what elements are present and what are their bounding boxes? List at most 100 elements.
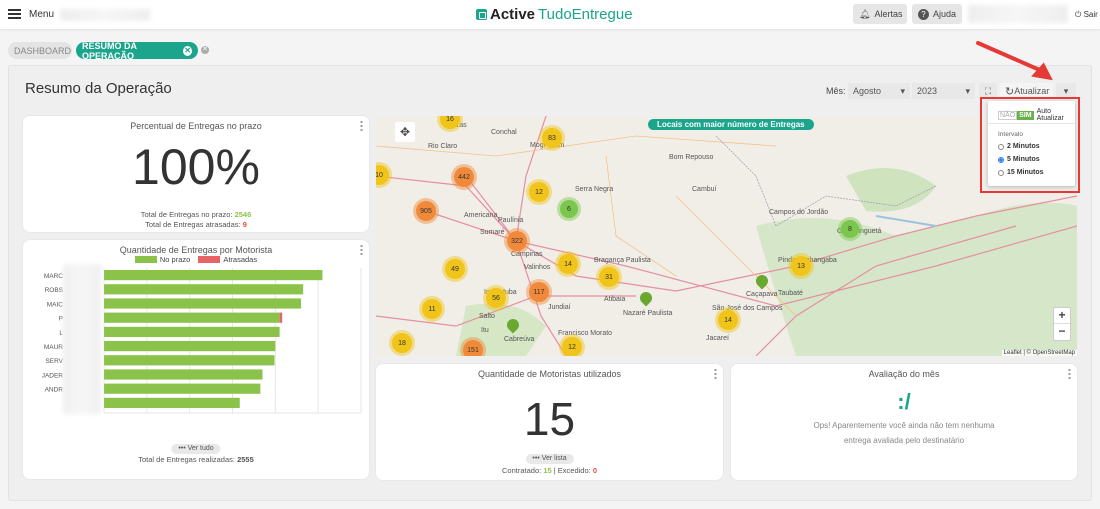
- help-label: Ajuda: [932, 9, 956, 19]
- town-label: Cabreúva: [504, 336, 535, 343]
- on-time-total: Total de Entregas no prazo: 2546: [140, 210, 252, 219]
- town-label: Valinhos: [524, 264, 551, 271]
- map-attribution[interactable]: Leaflet | © OpenStreetMap: [1001, 350, 1077, 356]
- year-select[interactable]: 2023 ▾: [912, 83, 975, 99]
- drivers-count: 15: [523, 393, 576, 445]
- town-label: Francisco Morato: [558, 330, 613, 337]
- logo-bold: Active: [490, 6, 536, 23]
- menu-label[interactable]: Menu: [29, 9, 54, 20]
- blurred-company-name: [60, 9, 150, 21]
- town-label: Bom Repouso: [669, 154, 714, 161]
- bar-on-time: [104, 355, 275, 366]
- map-cluster[interactable]: 18: [392, 333, 412, 353]
- on-time-percent: 100%: [132, 139, 260, 195]
- town-label: Salto: [479, 313, 495, 320]
- bar-on-time: [104, 298, 302, 309]
- help-button[interactable]: ? Ajuda: [912, 4, 962, 24]
- bar-on-time: [104, 270, 323, 281]
- map-title: Locais com maior número de Entregas: [648, 119, 814, 130]
- map-cluster[interactable]: 8: [841, 220, 859, 238]
- town-label: Paulínia: [498, 217, 524, 224]
- zoom-in-button[interactable]: +: [1054, 308, 1070, 324]
- on-time-card: Percentual de Entregas no prazo 100% Tot…: [23, 116, 369, 232]
- map-cluster[interactable]: 83: [542, 128, 562, 148]
- map-cluster[interactable]: 49: [445, 259, 465, 279]
- town-label: Cambuí: [692, 186, 717, 193]
- map-cluster[interactable]: 6: [560, 200, 578, 218]
- close-tab-icon[interactable]: ✕: [183, 45, 192, 56]
- map-cluster[interactable]: 12: [529, 182, 549, 202]
- tab-resumo-operacao[interactable]: RESUMO DA OPERAÇÃO ✕: [76, 41, 198, 61]
- month-select[interactable]: Agosto ▾: [848, 83, 910, 99]
- pan-move-icon[interactable]: ✥: [395, 122, 415, 142]
- bar-on-time: [104, 397, 240, 408]
- card-menu-icon[interactable]: [360, 120, 363, 131]
- close-all-tabs-icon[interactable]: ✕: [201, 46, 209, 54]
- map-cluster[interactable]: 117: [529, 282, 549, 302]
- tab-dashboard[interactable]: DASHBOARD: [8, 42, 72, 59]
- late-total: Total de Entregas atrasadas: 9: [145, 220, 247, 229]
- bar-on-time: [104, 312, 280, 323]
- town-label: Americana: [464, 212, 498, 219]
- map-cluster[interactable]: 12: [562, 337, 582, 356]
- bar-on-time: [104, 383, 261, 394]
- deliveries-map[interactable]: Araras Rio Claro Conchal Mogi Mirim Camp…: [376, 116, 1077, 356]
- card-menu-icon[interactable]: [1068, 368, 1071, 379]
- map-cluster[interactable]: 13: [791, 256, 811, 276]
- total-deliveries: Total de Entregas realizadas: 2555: [138, 455, 254, 464]
- town-label: Caçapava: [746, 291, 778, 298]
- town-label: Jacareí: [706, 335, 729, 342]
- alerts-label: Alertas: [874, 9, 903, 19]
- logo-light: TudoEntregue: [538, 6, 633, 23]
- caret-down-icon: ▾: [900, 85, 905, 96]
- help-icon: ?: [918, 8, 929, 20]
- town-label: Rio Claro: [428, 143, 458, 150]
- card-menu-icon[interactable]: [714, 368, 717, 379]
- map-cluster[interactable]: 151: [463, 340, 483, 356]
- rating-face: :/: [897, 389, 911, 414]
- town-label: Campinas: [511, 251, 543, 258]
- bar-on-time: [104, 341, 276, 352]
- map-cluster[interactable]: 14: [558, 254, 578, 274]
- town-label: Atibaia: [604, 296, 626, 303]
- driver-label: MARC: [44, 273, 63, 280]
- town-label: Sumaré: [480, 229, 505, 236]
- town-label: Itu: [481, 327, 489, 334]
- map-cluster[interactable]: 442: [454, 167, 474, 187]
- bar-on-time: [104, 284, 304, 295]
- map-cluster[interactable]: 322: [507, 231, 527, 251]
- page-title: Resumo da Operação: [25, 80, 172, 97]
- town-label: Bragança Paulista: [594, 257, 651, 264]
- bar-late: [279, 312, 283, 323]
- top-header: Menu Active TudoEntregue 🔔︎ Alertas ? Ajuda…: [0, 0, 1100, 29]
- see-list-button[interactable]: ••• Ver lista: [525, 454, 574, 464]
- logo-icon: [476, 9, 487, 20]
- zoom-control: + −: [1053, 307, 1071, 341]
- highlight-box: [980, 97, 1080, 193]
- bar-on-time: [104, 369, 263, 380]
- map-cluster[interactable]: 11: [422, 299, 442, 319]
- alerts-button[interactable]: 🔔︎ Alertas: [853, 4, 907, 24]
- town-label: Conchal: [491, 129, 517, 136]
- driver-label: MAUR: [44, 344, 63, 351]
- monthly-rating-card: Avaliação do mês :/ Ops! Aparentemente v…: [731, 364, 1077, 480]
- logout-link[interactable]: ⏻ Sair: [1075, 10, 1098, 20]
- driver-label: ANDR: [45, 387, 64, 394]
- map-cluster[interactable]: 905: [416, 201, 436, 221]
- town-label: Taubaté: [778, 290, 803, 297]
- card-title: Quantidade de Motoristas utilizados: [477, 369, 622, 379]
- map-cluster[interactable]: 56: [486, 288, 506, 308]
- town-label: Nazaré Paulista: [623, 310, 673, 317]
- town-label: Jundiaí: [548, 304, 571, 311]
- map-cluster[interactable]: 14: [718, 310, 738, 330]
- see-all-button[interactable]: ••• Ver tudo: [171, 444, 221, 454]
- zoom-out-button[interactable]: −: [1054, 324, 1070, 338]
- map-cluster[interactable]: 31: [599, 267, 619, 287]
- rating-message: Ops! Aparentemente você ainda não tem ne…: [813, 421, 995, 445]
- app-logo: Active TudoEntregue: [476, 6, 633, 23]
- deliveries-per-driver-card: Quantidade de Entregas por Motorista No …: [23, 240, 369, 479]
- hamburger-menu-icon[interactable]: [8, 9, 21, 19]
- blurred-user-name: [968, 5, 1068, 23]
- contracted-exceeded: Contratado: 15 | Excedido: 0: [502, 466, 597, 475]
- town-label: Serra Negra: [575, 186, 614, 193]
